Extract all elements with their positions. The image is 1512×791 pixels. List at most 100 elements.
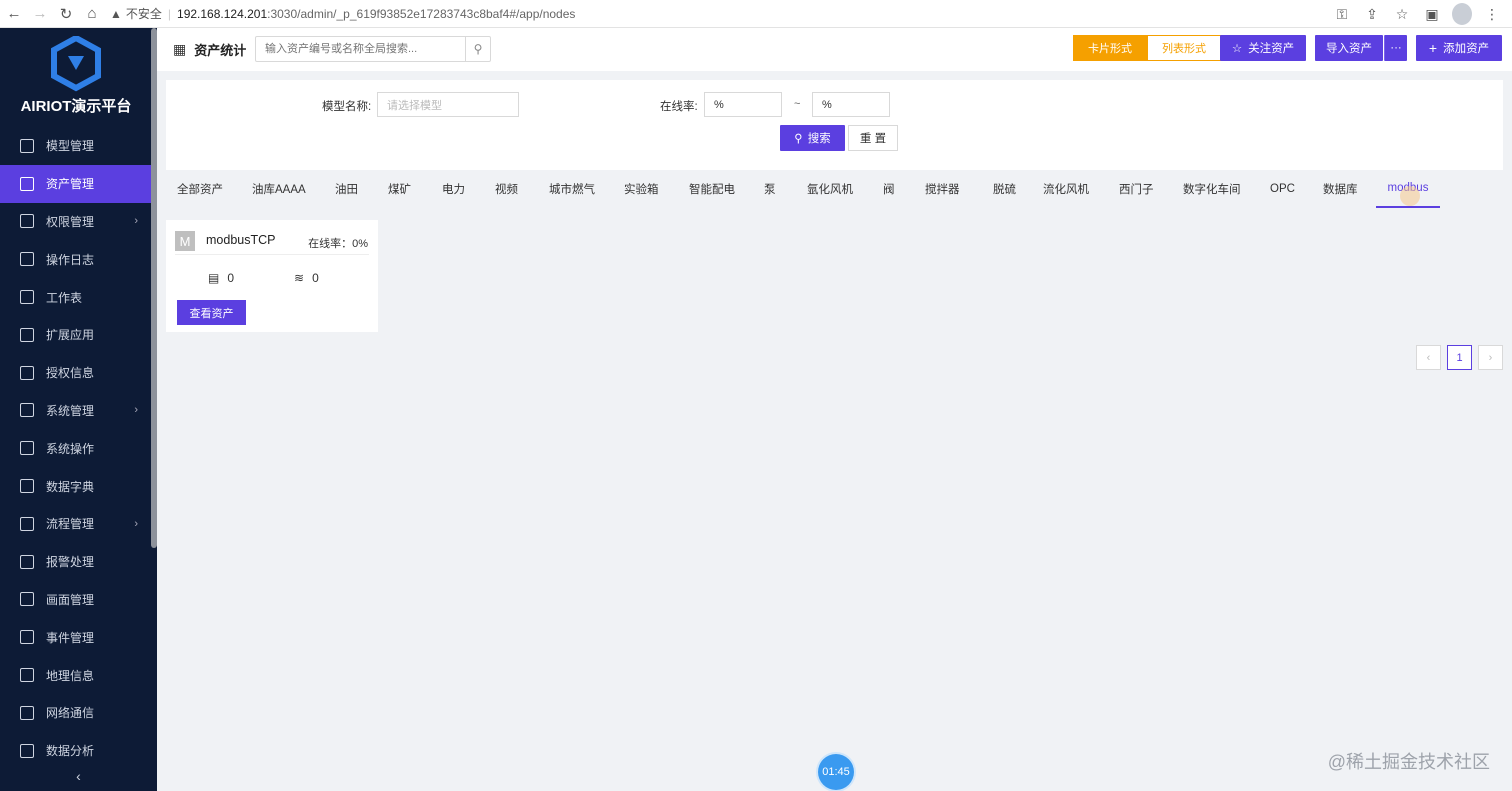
tab-item[interactable]: 脱硫 xyxy=(993,170,1016,208)
sidebar-item[interactable]: 工作表 xyxy=(0,278,152,316)
worksheet-icon xyxy=(20,290,34,305)
sidebar-item-label: 流程管理 xyxy=(46,517,95,532)
kebab-menu-icon[interactable]: ⋮ xyxy=(1482,3,1502,25)
sidebar-item[interactable]: 网络通信 xyxy=(0,694,152,732)
sidebar-item-label: 数据字典 xyxy=(46,479,95,494)
rate-min-input[interactable]: % xyxy=(704,92,782,117)
sidepanel-icon[interactable]: ▣ xyxy=(1422,3,1442,25)
sidebar-item[interactable]: 流程管理 › xyxy=(0,505,152,543)
plus-icon: + xyxy=(1428,40,1438,56)
view-assets-button[interactable]: 查看资产 xyxy=(177,300,246,325)
insecure-label: 不安全 xyxy=(125,7,162,21)
tab-item[interactable]: 阀 xyxy=(883,170,895,208)
sidebar-item-label: 事件管理 xyxy=(46,630,95,645)
device-count: ▤ 0 xyxy=(208,271,235,285)
sidebar-item-label: 工作表 xyxy=(46,290,83,305)
sidebar-item[interactable]: 事件管理 xyxy=(0,618,152,656)
sidebar-item[interactable]: 画面管理 xyxy=(0,581,152,619)
model-avatar: M xyxy=(175,231,195,251)
model-name: modbusTCP xyxy=(206,233,276,247)
sidebar-item[interactable]: 地理信息 xyxy=(0,656,152,694)
edit-log-icon xyxy=(20,252,34,267)
more-actions-button[interactable]: ··· xyxy=(1384,35,1407,61)
page-1-button[interactable]: 1 xyxy=(1447,345,1472,370)
tab-item[interactable]: 电力 xyxy=(442,170,465,208)
system-op-icon xyxy=(20,441,34,456)
back-icon[interactable]: ← xyxy=(2,2,26,26)
tab-item[interactable]: 全部资产 xyxy=(177,170,223,208)
follow-asset-button[interactable]: ☆ 关注资产 xyxy=(1220,35,1306,61)
sidebar-item[interactable]: 系统操作 xyxy=(0,429,152,467)
analysis-icon xyxy=(20,743,34,758)
tab-item[interactable]: 智能配电 xyxy=(689,170,735,208)
star-icon[interactable]: ☆ xyxy=(1392,3,1412,25)
screen-icon xyxy=(20,592,34,607)
search-button[interactable]: ⚲ 搜索 xyxy=(780,125,845,151)
tab-item[interactable]: 搅拌器 xyxy=(925,170,960,208)
sidebar-item-label: 模型管理 xyxy=(46,139,95,154)
tab-item[interactable]: 数据库 xyxy=(1323,170,1358,208)
asset-card: M modbusTCP 在线率：0% ▤ 0 ≋ 0 查看资产 xyxy=(166,220,378,332)
page-title: 资产统计 xyxy=(194,43,247,58)
tab-item[interactable]: 西门子 xyxy=(1119,170,1154,208)
share-icon[interactable]: ⇪ xyxy=(1362,3,1382,25)
model-icon xyxy=(20,138,34,153)
sidebar-item-label: 授权信息 xyxy=(46,366,95,381)
sidebar-item[interactable]: 报警处理 xyxy=(0,543,152,581)
sidebar-item-label: 地理信息 xyxy=(46,668,95,683)
tab-item[interactable]: 泵 xyxy=(764,170,776,208)
card-view-button[interactable]: 卡片形式 xyxy=(1073,35,1147,61)
tab-item[interactable]: OPC xyxy=(1270,170,1295,208)
page-header: ▦ 资产统计 ⚲ 卡片形式 列表形式 ☆关注资产 导入资产 ··· +添加资产 xyxy=(157,28,1512,71)
import-asset-button[interactable]: 导入资产 xyxy=(1315,35,1383,61)
sidebar-scrollbar[interactable] xyxy=(151,28,157,548)
sidebar-item-label: 画面管理 xyxy=(46,592,95,607)
sidebar-item[interactable]: 权限管理 › xyxy=(0,203,152,241)
asset-grid-icon xyxy=(20,176,34,191)
gear-icon xyxy=(20,403,34,418)
tab-item[interactable]: 城市燃气 xyxy=(549,170,595,208)
reset-button[interactable]: 重 置 xyxy=(848,125,898,151)
chevron-right-icon: › xyxy=(134,215,138,228)
tab-item[interactable]: 流化风机 xyxy=(1043,170,1089,208)
prev-page-button[interactable]: ‹ xyxy=(1416,345,1441,370)
range-separator: ~ xyxy=(794,98,801,110)
sidebar-item[interactable]: 操作日志 xyxy=(0,240,152,278)
sidebar-item[interactable]: 系统管理 › xyxy=(0,392,152,430)
sidebar-item-label: 网络通信 xyxy=(46,706,95,721)
tab-item[interactable]: 油库AAAA xyxy=(252,170,306,208)
reload-icon[interactable]: ↻ xyxy=(54,2,78,26)
tab-item[interactable]: 油田 xyxy=(335,170,358,208)
chevron-right-icon: › xyxy=(134,404,138,417)
sidebar-item[interactable]: 资产管理 xyxy=(0,164,152,203)
tab-item[interactable]: 实验箱 xyxy=(624,170,659,208)
sidebar-item[interactable]: 数据字典 xyxy=(0,467,152,505)
tab-item[interactable]: 数字化车间 xyxy=(1183,170,1241,208)
home-icon[interactable]: ⌂ xyxy=(80,2,104,26)
tab-item[interactable]: 视频 xyxy=(495,170,518,208)
forward-icon[interactable]: → xyxy=(28,2,52,26)
alarm-icon xyxy=(20,554,34,569)
brand-title: AIRIOT演示平台 xyxy=(20,98,132,115)
sidebar-item[interactable]: 授权信息 xyxy=(0,354,152,392)
add-asset-button[interactable]: + 添加资产 xyxy=(1416,35,1502,61)
tab-item[interactable]: 煤矿 xyxy=(388,170,411,208)
profile-icon[interactable] xyxy=(1452,3,1472,25)
search-input[interactable] xyxy=(256,37,465,61)
chevron-right-icon: › xyxy=(134,517,138,530)
model-select[interactable]: 请选择模型 xyxy=(377,92,519,117)
rate-max-input[interactable]: % xyxy=(812,92,890,117)
key-icon[interactable]: ⚿ xyxy=(1332,3,1352,25)
list-view-button[interactable]: 列表形式 xyxy=(1147,35,1221,61)
address-bar[interactable]: ▲ 不安全 | 192.168.124.201 :3030/admin/_p_6… xyxy=(110,5,575,22)
sidebar-item[interactable]: 模型管理 xyxy=(0,127,152,165)
tab-item[interactable]: 氩化风机 xyxy=(807,170,853,208)
lock-icon xyxy=(20,214,34,229)
next-page-button[interactable]: › xyxy=(1478,345,1503,370)
search-icon[interactable]: ⚲ xyxy=(465,37,490,61)
watermark: @稀土掘金技术社区 xyxy=(1327,752,1490,772)
browser-toolbar: ← → ↻ ⌂ ▲ 不安全 | 192.168.124.201 :3030/ad… xyxy=(0,0,1512,28)
recording-timer[interactable]: 01:45 xyxy=(818,754,854,790)
collapse-sidebar-icon[interactable]: ‹ xyxy=(0,761,157,791)
sidebar-item[interactable]: 扩展应用 xyxy=(0,316,152,354)
